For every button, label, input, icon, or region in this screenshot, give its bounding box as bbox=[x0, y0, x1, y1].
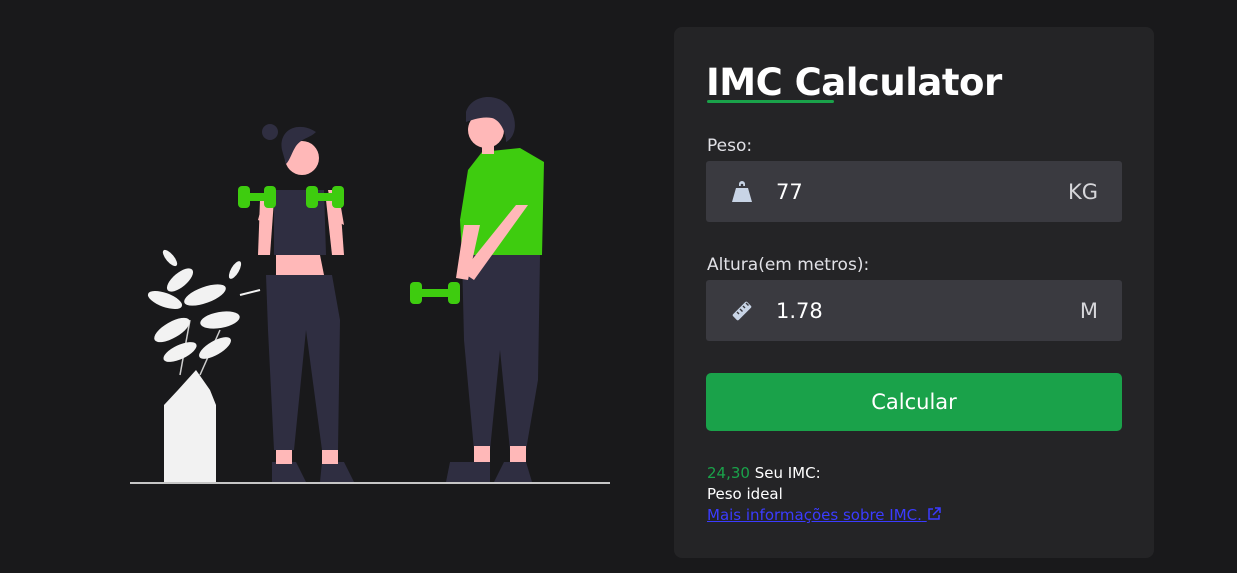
ruler-icon bbox=[728, 297, 756, 325]
height-unit: M bbox=[1079, 298, 1098, 323]
weight-unit: KG bbox=[1067, 179, 1098, 204]
imc-value: 24,30 bbox=[707, 464, 750, 482]
height-field[interactable]: M bbox=[706, 280, 1122, 341]
imc-line: 24,30 Seu IMC: bbox=[707, 463, 941, 484]
calculate-button[interactable]: Calcular bbox=[706, 373, 1122, 431]
page-title: IMC Calculator bbox=[706, 61, 1002, 104]
weight-icon bbox=[728, 178, 756, 206]
external-link-icon bbox=[927, 507, 941, 520]
weight-input[interactable] bbox=[776, 179, 1068, 204]
height-label: Altura(em metros): bbox=[707, 255, 870, 275]
man-figure-icon bbox=[410, 97, 544, 482]
plant-vase-icon bbox=[147, 249, 261, 482]
weight-label: Peso: bbox=[707, 136, 753, 156]
imc-card: IMC Calculator Peso: KG Altura(em metros… bbox=[674, 27, 1154, 558]
woman-figure-icon bbox=[238, 124, 354, 482]
title-underline bbox=[707, 100, 834, 103]
height-input[interactable] bbox=[776, 298, 1080, 323]
result-block: 24,30 Seu IMC: Peso ideal Mais informaçõ… bbox=[707, 463, 941, 526]
imc-info-link-text[interactable]: Mais informações sobre IMC. bbox=[707, 506, 922, 524]
fitness-illustration bbox=[120, 90, 620, 490]
page: IMC Calculator Peso: KG Altura(em metros… bbox=[0, 0, 1237, 573]
weight-field[interactable]: KG bbox=[706, 161, 1122, 222]
imc-status: Peso ideal bbox=[707, 485, 783, 503]
imc-label: Seu IMC: bbox=[754, 464, 821, 482]
imc-info-link[interactable]: Mais informações sobre IMC. bbox=[707, 506, 941, 524]
